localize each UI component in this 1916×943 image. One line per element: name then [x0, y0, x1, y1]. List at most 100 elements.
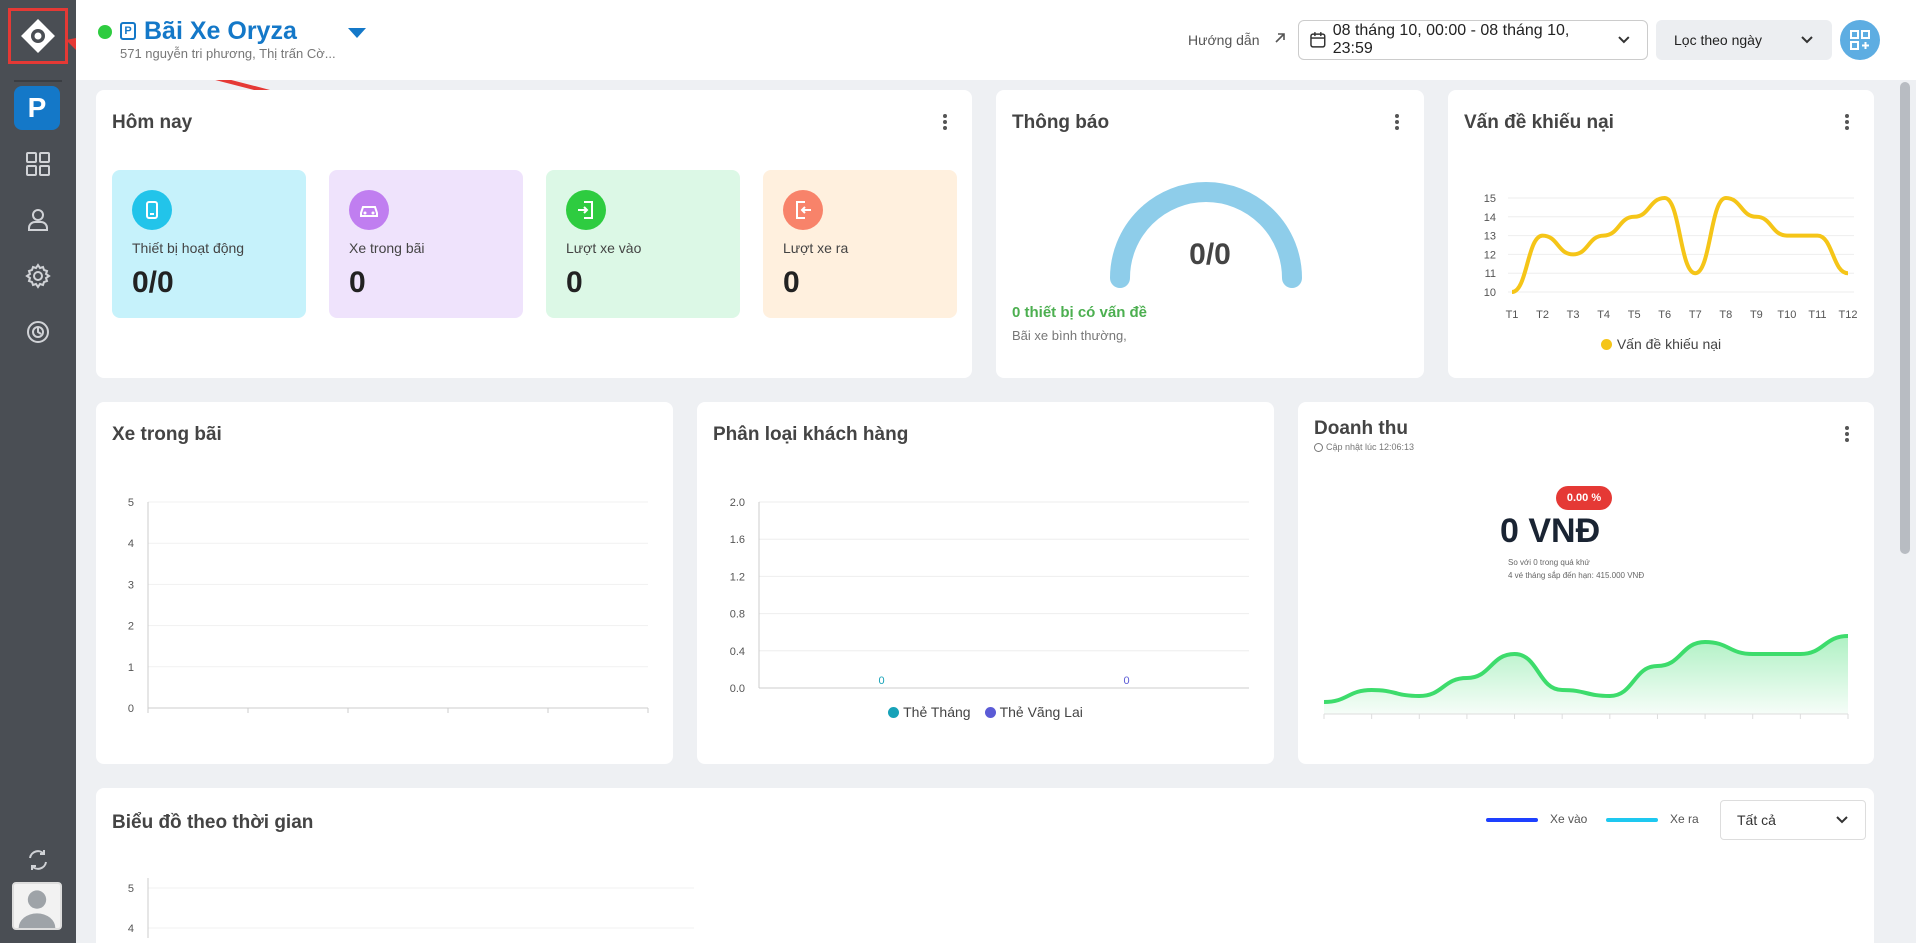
revenue-area-chart — [1323, 634, 1849, 719]
complaints-card: Vấn đề khiếu nại 10 11 12 13 14 15 T1 T2 T3 T4 T5 T… — [1448, 90, 1874, 378]
avatar[interactable] — [12, 882, 62, 930]
legend-swatch — [984, 707, 996, 718]
y-tick-label: 0.0 — [730, 683, 745, 695]
site-name[interactable]: Bãi Xe Oryza — [144, 17, 297, 46]
car-icon — [349, 190, 389, 230]
stat-label: Lượt xe vào — [566, 240, 642, 256]
scrollbar-thumb[interactable] — [1900, 82, 1910, 554]
y-tick-label: 0.8 — [730, 609, 745, 621]
chart-legend: Thẻ Tháng Thẻ Vãng Lai — [697, 704, 1274, 720]
y-tick-label: 10 — [1484, 287, 1496, 299]
y-tick-label: 14 — [1484, 212, 1496, 224]
sidebar-divider — [14, 80, 62, 82]
filter-select[interactable]: Lọc theo ngày — [1656, 20, 1832, 60]
card-title: Vấn đề khiếu nại — [1464, 112, 1614, 133]
stat-label: Xe trong bãi — [349, 240, 425, 256]
more-options-icon[interactable] — [1844, 112, 1850, 132]
apps-button[interactable] — [1840, 20, 1880, 60]
guide-link[interactable]: Hướng dẫn — [1188, 32, 1259, 48]
chart-legend: Vấn đề khiếu nại — [1448, 336, 1874, 352]
top-header: P Bãi Xe Oryza 571 nguyễn tri phương, Th… — [76, 0, 1916, 80]
status-text: Bãi xe bình thường, — [1012, 328, 1127, 343]
sync-icon[interactable] — [24, 846, 52, 874]
timeline-select[interactable]: Tất cả — [1720, 800, 1866, 840]
dashboard-icon[interactable] — [24, 150, 52, 178]
x-tick-label: T5 — [1628, 309, 1641, 321]
stat-value: 0 — [349, 266, 366, 299]
y-tick-label: 12 — [1484, 249, 1496, 261]
card-title: Phân loại khách hàng — [713, 424, 909, 445]
today-card: Hôm nay Thiết bị hoạt động 0/0 Xe trong bã… — [96, 90, 972, 378]
x-tick-label: T7 — [1689, 309, 1702, 321]
more-options-icon[interactable] — [1394, 112, 1400, 132]
area-fill — [1324, 636, 1848, 714]
calendar-icon — [1310, 32, 1326, 48]
data-label: 0 — [878, 675, 884, 687]
legend-swatch — [888, 707, 900, 718]
legend-swatch-in — [1486, 818, 1538, 822]
stat-label: Lượt xe ra — [783, 240, 849, 256]
enter-icon — [566, 190, 606, 230]
gauge-value: 0/0 — [1189, 238, 1231, 271]
sidebar: P — [0, 0, 76, 943]
customer-bar-chart: 0.0 0.4 0.8 1.2 1.6 2.0 0 0 — [730, 497, 1249, 695]
x-tick-label: T6 — [1658, 309, 1671, 321]
revenue-card: Doanh thu Cập nhật lúc 12:06:13 0.00 % 0… — [1298, 402, 1874, 764]
y-tick-label: 2 — [128, 621, 134, 633]
y-tick-label: 0 — [128, 703, 134, 715]
card-title: Xe trong bãi — [112, 424, 222, 445]
gear-icon[interactable] — [24, 262, 52, 290]
y-tick-label: 1 — [128, 662, 134, 674]
x-tick-label: T2 — [1536, 309, 1549, 321]
y-tick-label: 4 — [128, 923, 134, 935]
legend-item: Thẻ Tháng — [888, 704, 971, 720]
more-options-icon[interactable] — [1844, 424, 1850, 444]
chevron-down-icon — [1801, 36, 1813, 44]
timeline-card: Biểu đồ theo thời gian Xe vào Xe ra Tất … — [96, 788, 1874, 943]
y-tick-label: 15 — [1484, 193, 1496, 205]
apps-icon — [1850, 30, 1870, 50]
timeline-select-value: Tất cả — [1737, 812, 1776, 828]
notify-card: Thông báo 0/0 0 thiết bị có vấn đề Bãi x… — [996, 90, 1424, 378]
legend-swatch — [1600, 338, 1612, 350]
parking-badge-icon: P — [120, 22, 136, 40]
chevron-down-icon[interactable] — [348, 28, 366, 38]
x-tick-label: T1 — [1506, 309, 1519, 321]
timeline-chart: 54 — [128, 878, 694, 938]
date-range-picker[interactable]: 08 tháng 10, 00:00 - 08 tháng 10, 23:59 — [1298, 20, 1648, 60]
history-icon[interactable] — [24, 318, 52, 346]
revenue-amount: 0 VNĐ — [1500, 512, 1601, 550]
y-tick-label: 11 — [1485, 268, 1496, 280]
y-tick-label: 2.0 — [730, 497, 745, 509]
data-label: 0 — [1123, 675, 1129, 687]
status-dot — [98, 25, 112, 39]
stat-tile: Lượt xe ra 0 — [763, 170, 957, 318]
stat-value: 0/0 — [132, 266, 174, 299]
stat-tile: Thiết bị hoạt động 0/0 — [112, 170, 306, 318]
series-line — [1511, 195, 1849, 294]
y-tick-label: 0.4 — [730, 646, 745, 658]
more-options-icon[interactable] — [942, 112, 948, 132]
y-tick-label: 4 — [128, 538, 134, 550]
change-badge: 0.00 % — [1556, 486, 1612, 510]
legend-label: Thẻ Tháng — [903, 704, 971, 720]
date-range-text: 08 tháng 10, 00:00 - 08 tháng 10, 23:59 — [1332, 22, 1570, 57]
x-tick-label: T11 — [1808, 309, 1826, 321]
stat-value: 0 — [783, 266, 800, 299]
stat-label: Thiết bị hoạt động — [132, 240, 245, 256]
card-title: Hôm nay — [112, 112, 193, 133]
card-title: Thông báo — [1012, 112, 1110, 133]
sidebar-item-parking[interactable]: P — [14, 86, 60, 130]
y-tick-label: 5 — [128, 497, 134, 509]
gauge-chart — [1110, 182, 1302, 288]
card-title: Biểu đồ theo thời gian — [112, 812, 314, 833]
legend-label-in: Xe vào — [1550, 812, 1588, 826]
user-icon[interactable] — [24, 206, 52, 234]
site-address: 571 nguyễn tri phương, Thị trấn Cờ... — [120, 46, 336, 61]
external-link-icon[interactable] — [1272, 30, 1288, 46]
home-logo-button[interactable] — [8, 8, 68, 64]
chevron-down-icon — [1836, 816, 1848, 824]
parked-line-chart: 0 1 2 3 4 5 — [128, 497, 649, 715]
y-tick-label: 3 — [128, 579, 134, 591]
x-tick-label: T3 — [1567, 309, 1580, 321]
